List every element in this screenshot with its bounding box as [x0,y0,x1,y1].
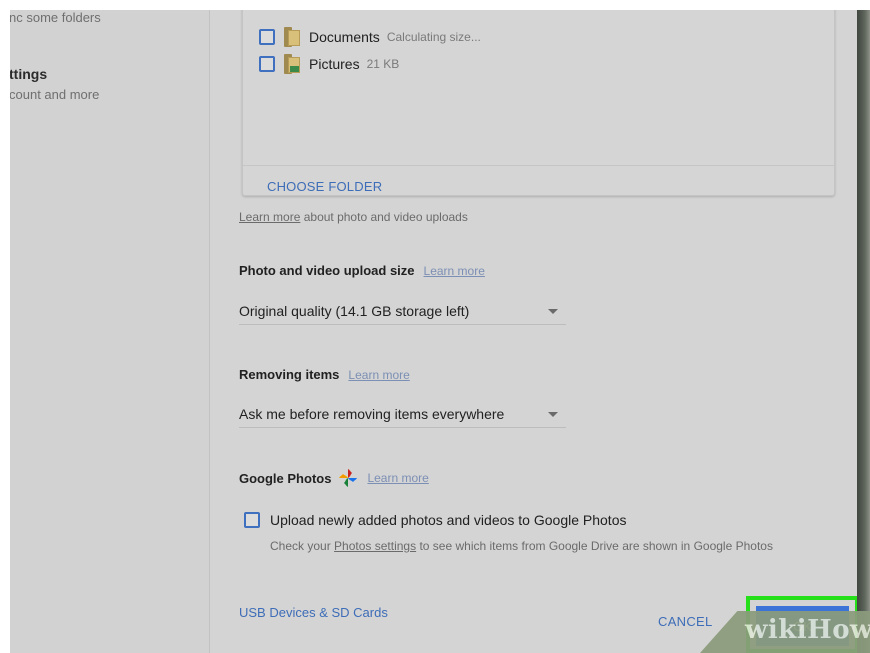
removing-items-title: Removing items [239,367,340,382]
google-photos-heading: Google Photos Learn more [239,468,429,488]
photos-settings-link[interactable]: Photos settings [334,539,416,553]
uploads-learn-more-line: Learn more about photo and video uploads [239,210,468,224]
folder-size: Calculating size... [386,30,481,44]
upload-size-title: Photo and video upload size [239,263,415,278]
folder-size: 21 KB [366,57,400,71]
learn-more-text: about photo and video uploads [303,210,468,224]
chevron-down-icon [548,309,558,314]
removing-items-heading: Removing items Learn more [239,367,410,382]
chevron-down-icon [548,412,558,417]
removing-items-selected: Ask me before removing items everywhere [239,405,505,422]
folder-icon [284,27,301,47]
upload-size-heading: Photo and video upload size Learn more [239,263,485,278]
usb-devices-link[interactable]: USB Devices & SD Cards [239,605,388,620]
google-photos-title: Google Photos [239,470,332,486]
folder-name: Pictures [309,56,360,72]
watermark-text: wikiHow [745,615,870,645]
card-divider [243,165,834,166]
folder-icon [284,54,301,74]
google-photos-icon [339,469,358,487]
pictures-checkbox[interactable] [259,56,275,72]
learn-more-link[interactable]: Learn more [239,210,300,224]
documents-checkbox[interactable] [259,29,275,45]
settings-sidebar: nc some folders ttings count and more [10,10,210,653]
google-photos-upload-checkbox[interactable] [244,512,260,528]
folder-row-pictures: Pictures 21 KB [259,53,399,75]
background-edge [857,10,870,653]
sidebar-settings-subtitle: count and more [10,87,100,102]
upload-size-learn-more-link[interactable]: Learn more [424,264,485,278]
dialog-frame: nc some folders ttings count and more Do… [10,10,865,653]
cancel-button[interactable]: CANCEL [658,614,713,629]
removing-items-learn-more-link[interactable]: Learn more [348,368,409,382]
folder-selection-card: Documents Calculating size... Pictures 2… [242,10,835,196]
google-photos-upload-label[interactable]: Upload newly added photos and videos to … [270,512,626,528]
folder-name: Documents [309,29,380,45]
google-photos-description: Check your Photos settings to see which … [270,537,830,555]
sidebar-settings-title[interactable]: ttings [10,66,47,82]
description-text: Check your [270,539,331,553]
upload-size-selected: Original quality (14.1 GB storage left) [239,302,470,319]
description-text: to see which items from Google Drive are… [419,539,773,553]
upload-size-dropdown[interactable]: Original quality (14.1 GB storage left) [239,297,566,325]
choose-folder-button[interactable]: CHOOSE FOLDER [267,179,382,194]
google-photos-learn-more-link[interactable]: Learn more [367,471,428,485]
folder-row-documents: Documents Calculating size... [259,26,481,48]
removing-items-dropdown[interactable]: Ask me before removing items everywhere [239,400,566,428]
sidebar-sync-text[interactable]: nc some folders [10,10,101,25]
